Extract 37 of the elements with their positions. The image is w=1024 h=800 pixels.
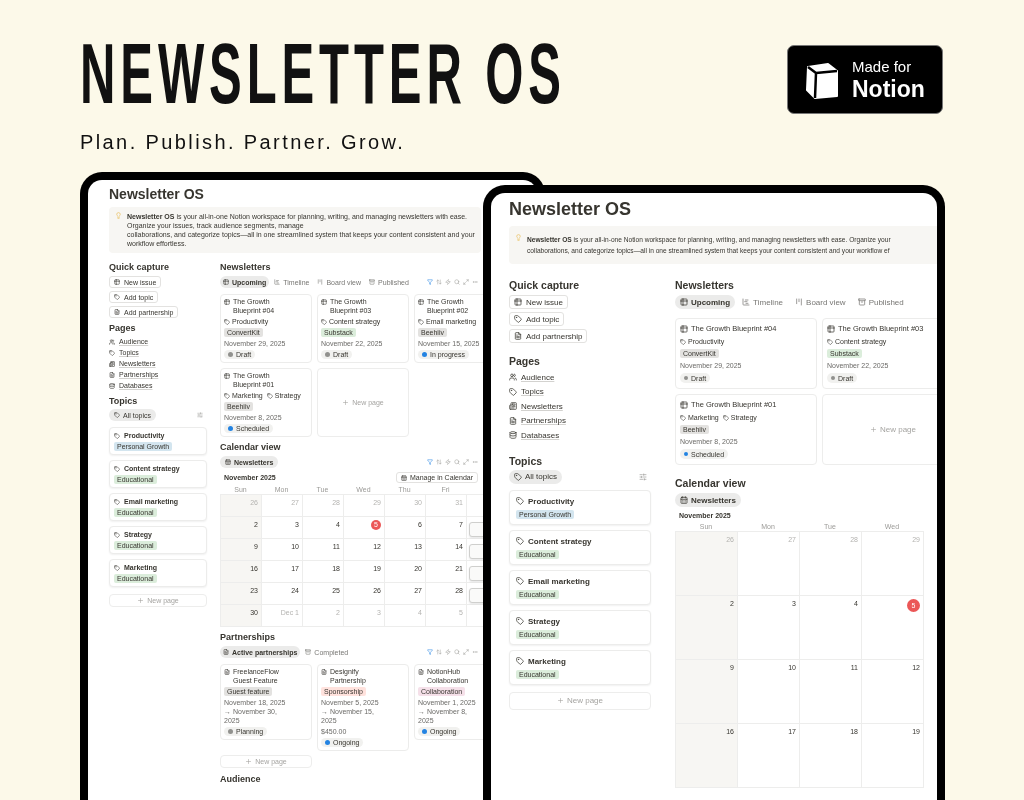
tagline: Plan. Publish. Partner. Grow. [80,130,407,154]
section-heading: Calendar view [220,442,282,453]
section-heading: Pages [509,354,541,368]
section-heading: Topics [109,396,139,407]
page-link[interactable]: Audience [509,370,555,385]
page-link[interactable]: Topics [509,384,544,399]
view-tab[interactable]: Upcoming [675,295,736,309]
badge-caption: Made for [852,57,913,76]
quick-capture-button[interactable]: Add partnership [509,329,588,343]
page-link[interactable]: Partnerships [509,413,566,428]
section-heading: Calendar view [675,476,747,490]
section-heading: Partnerships [220,632,277,643]
filter-chip[interactable]: All topics [509,469,562,484]
topic-name: Strategy [528,615,560,627]
topic-name: Marketing [528,655,566,667]
section-heading: Newsletters [675,278,735,292]
quick-capture-button[interactable]: New issue [509,295,568,309]
topic-name: Content strategy [528,535,592,547]
view-tab[interactable]: Timeline [737,295,789,309]
topic-name: Email marketing [528,575,590,587]
section-heading: Newsletters [220,262,272,273]
view-tab[interactable]: Board view [790,295,851,309]
section-heading: Audience [220,774,262,785]
section-heading: Pages [109,323,137,334]
page-title: Newsletter OS [109,186,205,203]
page-link[interactable]: Newsletters [509,399,563,414]
headline: NEWSLETTER OS [80,30,566,116]
section-heading: Topics [509,453,544,468]
section-heading: Quick capture [109,262,171,273]
topic-name: Productivity [528,495,575,507]
page-title: Newsletter OS [509,198,633,220]
quick-capture-button[interactable]: Add topic [509,312,565,326]
badge-title: Notion [852,75,925,102]
section-heading: Quick capture [509,278,581,292]
view-tab[interactable]: Published [852,295,909,309]
view-tab[interactable]: Newsletters [675,493,741,507]
page-link[interactable]: Databases [509,428,560,443]
